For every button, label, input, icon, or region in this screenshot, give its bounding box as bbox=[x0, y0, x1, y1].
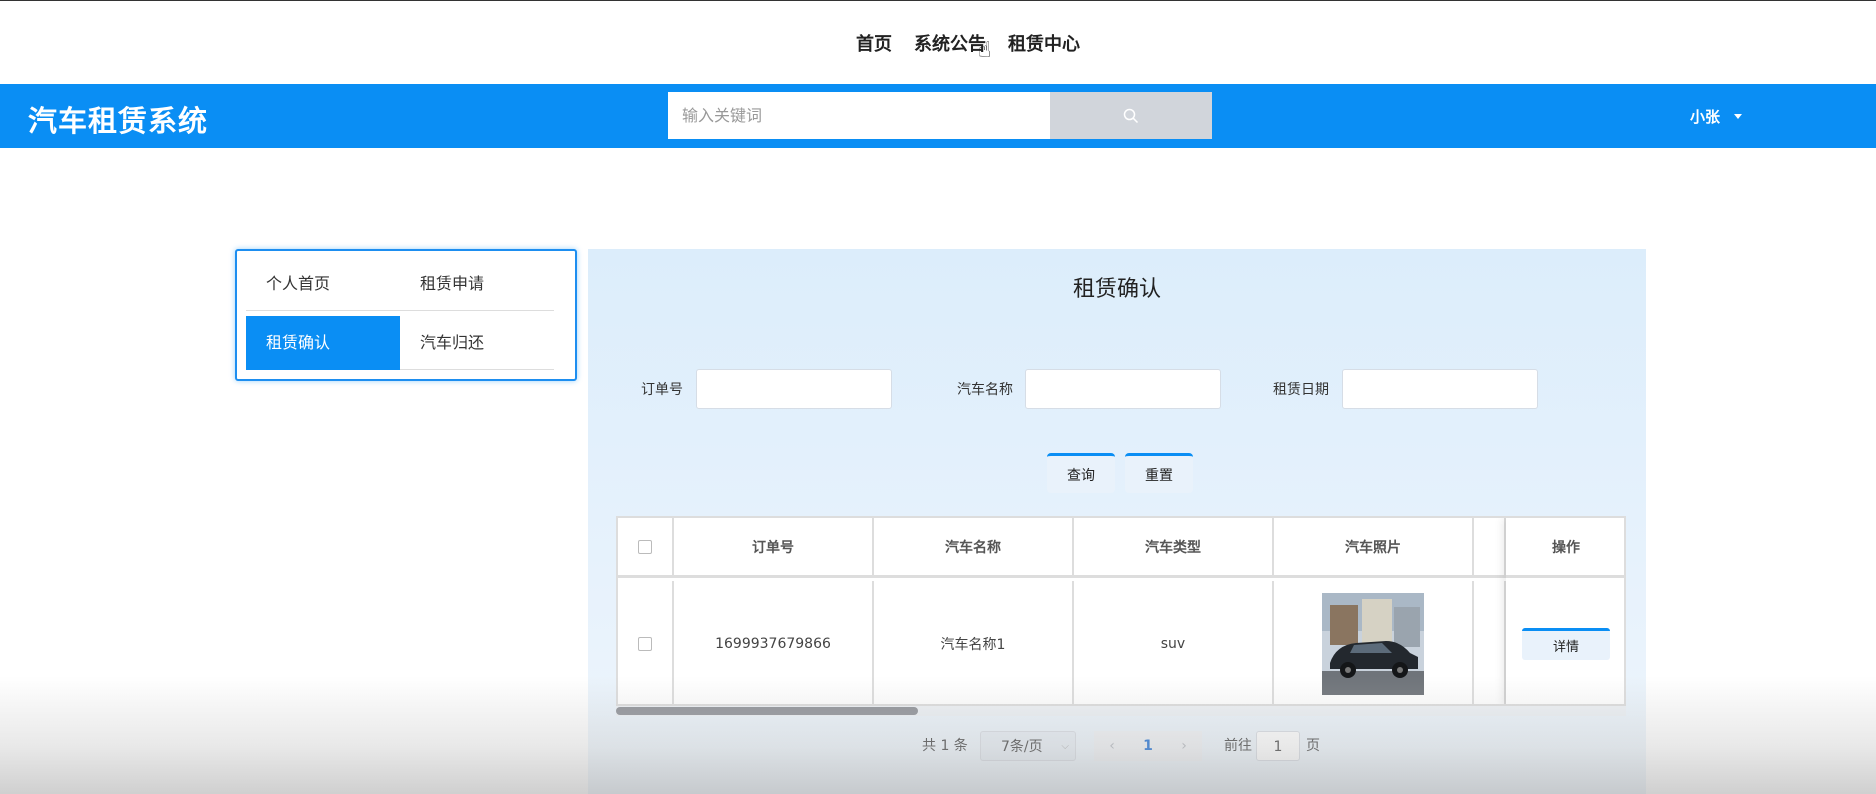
sidebar-item-personal-home[interactable]: 个人首页 bbox=[246, 257, 400, 311]
total-count: 共 1 条 bbox=[922, 738, 968, 754]
sidebar-item-rental-confirm[interactable]: 租赁确认 bbox=[246, 316, 400, 370]
goto-page-input[interactable]: 1 bbox=[1256, 731, 1300, 761]
search-input[interactable] bbox=[668, 92, 1050, 139]
scrollbar-thumb[interactable] bbox=[616, 707, 918, 715]
horizontal-scrollbar[interactable] bbox=[616, 706, 1626, 716]
chevron-right-icon[interactable]: › bbox=[1166, 731, 1202, 761]
hand-cursor-icon: ☝ bbox=[978, 38, 992, 63]
row-checkbox[interactable] bbox=[638, 636, 652, 651]
pagination: 共 1 条 7条/页 ⌵ ‹ 1 › 前往 1 页 bbox=[588, 731, 1646, 761]
column-spacer bbox=[1474, 518, 1506, 578]
page-size-value: 7条/页 bbox=[1001, 739, 1043, 755]
column-order-no: 订单号 bbox=[674, 518, 874, 578]
nav-home[interactable]: 首页 bbox=[856, 30, 892, 56]
cell-car-name: 汽车名称1 bbox=[874, 581, 1074, 704]
header-bar: 汽车租赁系统 小张 bbox=[0, 84, 1876, 148]
order-no-label: 订单号 bbox=[641, 382, 683, 398]
reset-button[interactable]: 重置 bbox=[1125, 453, 1193, 493]
rental-date-label: 租赁日期 bbox=[1273, 382, 1329, 398]
goto-label: 前往 bbox=[1224, 738, 1252, 754]
cell-car-type: suv bbox=[1074, 581, 1274, 704]
detail-button[interactable]: 详情 bbox=[1522, 627, 1610, 660]
top-navigation: 首页 系统公告 租赁中心 bbox=[0, 0, 1876, 84]
cell-car-photo bbox=[1274, 581, 1474, 704]
caret-down-icon bbox=[1734, 114, 1743, 119]
car-name-label: 汽车名称 bbox=[957, 382, 1013, 398]
query-button[interactable]: 查询 bbox=[1047, 453, 1115, 493]
cell-actions: 详情 bbox=[1506, 581, 1624, 704]
car-photo bbox=[1322, 592, 1424, 695]
nav-announcements[interactable]: 系统公告 bbox=[914, 30, 986, 56]
main-panel: 租赁确认 订单号 汽车名称 租赁日期 查询 重置 订单号 汽车名称 汽车类型 汽… bbox=[588, 249, 1646, 794]
column-car-name: 汽车名称 bbox=[874, 518, 1074, 578]
chevron-down-icon: ⌵ bbox=[1061, 741, 1069, 752]
sidebar-item-rental-application[interactable]: 租赁申请 bbox=[400, 257, 554, 311]
cell-order-no: 1699937679866 bbox=[674, 581, 874, 704]
sidebar-item-car-return[interactable]: 汽车归还 bbox=[400, 316, 554, 370]
sidebar-menu: 个人首页 租赁申请 租赁确认 汽车归还 bbox=[235, 249, 577, 381]
column-car-photo: 汽车照片 bbox=[1274, 518, 1474, 578]
user-name: 小张 bbox=[1690, 108, 1721, 126]
chevron-left-icon[interactable]: ‹ bbox=[1094, 731, 1130, 761]
search-icon bbox=[1123, 108, 1139, 123]
select-all-checkbox[interactable] bbox=[638, 539, 652, 554]
cell-spacer bbox=[1474, 581, 1506, 704]
page-size-select[interactable]: 7条/页 ⌵ bbox=[980, 731, 1076, 761]
rental-table: 订单号 汽车名称 汽车类型 汽车照片 1699937679866 汽车名称1 s… bbox=[616, 516, 1626, 706]
search-button[interactable] bbox=[1050, 92, 1212, 139]
select-all-cell bbox=[618, 518, 674, 578]
row-select-cell bbox=[618, 581, 674, 704]
column-actions: 操作 bbox=[1506, 518, 1624, 578]
car-name-input[interactable] bbox=[1025, 369, 1221, 409]
site-brand[interactable]: 汽车租赁系统 bbox=[28, 98, 208, 140]
page-suffix: 页 bbox=[1306, 738, 1320, 754]
page-title: 租赁确认 bbox=[1072, 277, 1161, 302]
order-no-input[interactable] bbox=[696, 369, 892, 409]
column-car-type: 汽车类型 bbox=[1074, 518, 1274, 578]
action-column: 操作 详情 bbox=[1506, 518, 1624, 704]
nav-rental-center[interactable]: 租赁中心 bbox=[1008, 30, 1080, 56]
user-menu[interactable]: 小张 bbox=[1690, 106, 1743, 127]
rental-date-input[interactable] bbox=[1342, 369, 1538, 409]
page-number-current[interactable]: 1 bbox=[1130, 731, 1166, 761]
